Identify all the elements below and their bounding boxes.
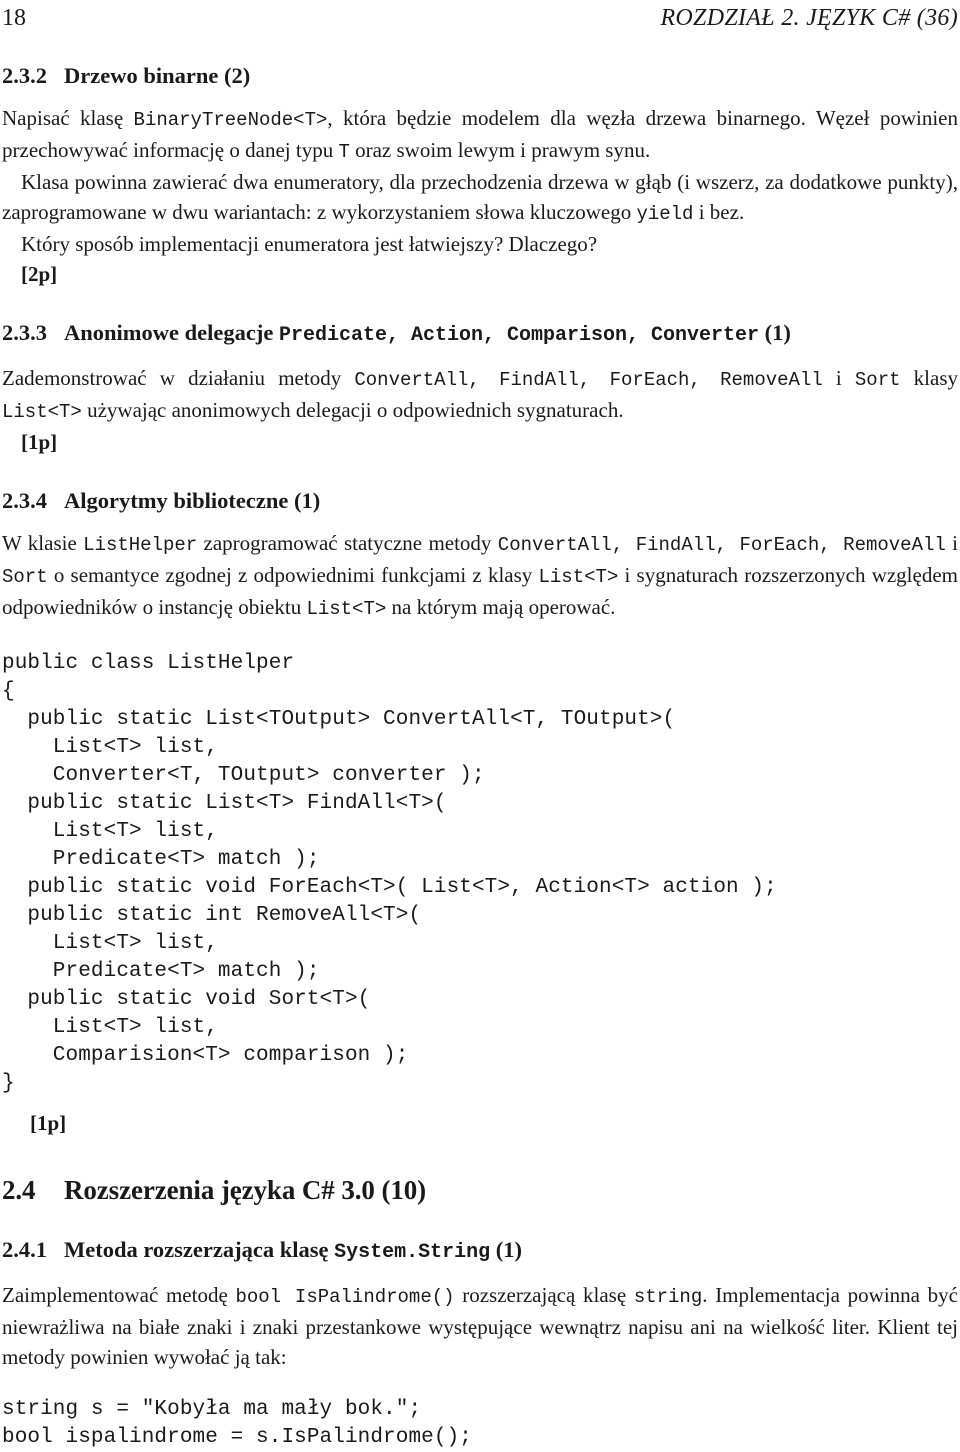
heading-2-3-3-code: Predicate, Action, Comparison, Converter (278, 324, 760, 347)
text-run: Klasa powinna zawierać dwa enumeratory, … (2, 170, 958, 224)
inline-code-ispalindrome: bool IsPalindrome() (235, 1286, 455, 1308)
text-run: i bez. (693, 200, 745, 224)
heading-2-3-3-title-suffix: (1) (759, 320, 791, 345)
text-run: używając anonimowych delegacji o odpowie… (81, 398, 624, 422)
text-run: zaprogramować statyczne metody (197, 531, 498, 555)
inline-code-listt-2: List<T> (306, 598, 387, 620)
paragraph-2-4-1: Zaimplementować metodę bool IsPalindrome… (2, 1280, 958, 1372)
text-run: o semantyce zgodnej z odpowiednimi funkc… (47, 563, 539, 587)
heading-2-3-3-title: Anonimowe delegacje (64, 320, 279, 345)
paragraph-2-3-2-1: Napisać klasę BinaryTreeNode<T>, która b… (2, 103, 958, 167)
text-run: Zaimplementować metodę (2, 1283, 236, 1307)
text-run: oraz swoim lewym i prawym synu. (349, 138, 651, 162)
inline-code-methods: ConvertAll, FindAll, ForEach, RemoveAll (354, 369, 823, 391)
inline-code-listhelper: ListHelper (83, 534, 198, 556)
heading-2-3-2: 2.3.2 Drzewo binarne (2) (2, 62, 958, 89)
paragraph-2-3-2-3: Który sposób implementacji enumeratora j… (21, 232, 598, 256)
heading-2-3-3-number: 2.3.3 (2, 320, 47, 345)
text-run: klasy (900, 366, 958, 390)
document-page: 18 ROZDZIAŁ 2. JĘZYK C# (36) 2.3.2 Drzewo… (0, 0, 960, 1449)
text-run: Napisać klasę (2, 106, 134, 130)
paragraph-2-3-3: Zademonstrować w działaniu metody Conver… (2, 363, 958, 427)
running-head-chapter-title: ROZDZIAŁ 2. JĘZYK C# (36) (660, 5, 958, 31)
heading-2-4: 2.4 Rozszerzenia języka C# 3.0 (10) (2, 1174, 958, 1206)
heading-2-3-2-title: Drzewo binarne (2) (64, 63, 251, 88)
code-block-listhelper: public class ListHelper { public static … (2, 652, 777, 1095)
paragraph-2-3-4: W klasie ListHelper zaprogramować statyc… (2, 528, 958, 624)
heading-2-4-title: Rozszerzenia języka C# 3.0 (10) (64, 1175, 427, 1205)
heading-2-4-1-title-suffix: (1) (490, 1237, 523, 1262)
inline-code-sort: Sort (854, 369, 901, 391)
inline-code-listt: List<T> (538, 566, 619, 588)
heading-2-3-3: 2.3.3 Anonimowe delegacje Predicate, Acti… (2, 319, 958, 349)
heading-2-3-4-title: Algorytmy biblioteczne (1) (64, 488, 321, 513)
points-2-3-4: [1p] (30, 1111, 67, 1135)
heading-2-4-number: 2.4 (2, 1175, 36, 1205)
running-head: 18 ROZDZIAŁ 2. JĘZYK C# (36) (2, 0, 958, 32)
paragraph-2-3-2-2: Klasa powinna zawierać dwa enumeratory, … (2, 167, 958, 229)
inline-code-t: T (338, 141, 350, 163)
text-run: Zademonstrować w działaniu metody (2, 366, 355, 390)
heading-2-4-1-code: System.String (334, 1241, 491, 1264)
inline-code-methods: ConvertAll, FindAll, ForEach, RemoveAll (497, 534, 946, 556)
text-run: i (822, 366, 855, 390)
text-run: i (945, 531, 958, 555)
inline-code-string: string (633, 1286, 703, 1308)
code-block-palindrome-usage: string s = "Kobyła ma mały bok."; bool i… (2, 1398, 472, 1449)
points-2-3-2: [2p] (21, 262, 58, 286)
inline-code-sort: Sort (2, 566, 48, 588)
heading-2-3-2-number: 2.3.2 (2, 63, 47, 88)
text-run: W klasie (2, 531, 84, 555)
inline-code-yield: yield (636, 203, 694, 225)
points-2-3-3: [1p] (21, 430, 58, 454)
text-run: na którym mają operować. (386, 595, 616, 619)
heading-2-3-4-number: 2.3.4 (2, 488, 47, 513)
heading-2-4-1: 2.4.1 Metoda rozszerzająca klasę System.S… (2, 1236, 958, 1266)
inline-code-binarytreenode: BinaryTreeNode<T> (133, 109, 328, 131)
heading-2-3-4: 2.3.4 Algorytmy biblioteczne (1) (2, 487, 958, 514)
heading-2-4-1-number: 2.4.1 (2, 1237, 47, 1262)
page-folio: 18 (2, 5, 26, 31)
text-run: rozszerzającą klasę (454, 1283, 634, 1307)
inline-code-listt: List<T> (2, 401, 82, 423)
heading-2-4-1-title: Metoda rozszerzająca klasę (64, 1237, 335, 1262)
